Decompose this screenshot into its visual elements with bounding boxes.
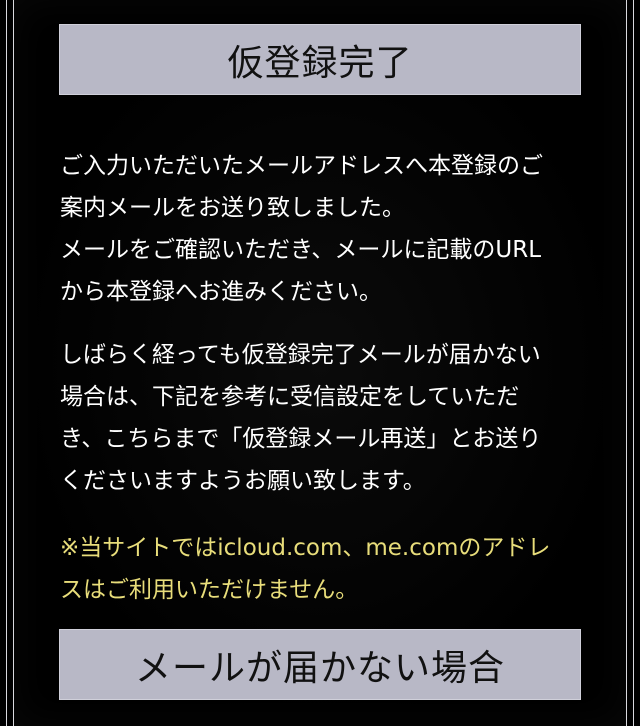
resend-instructions: しばらく経っても仮登録完了メールが届かない 場合は、下記を参考に受信設定をしてい… bbox=[60, 342, 542, 494]
frame-line-left-outer bbox=[6, 0, 7, 726]
next-section-title: メールが届かない場合 bbox=[134, 647, 505, 689]
frame-line-right-inner bbox=[626, 0, 627, 726]
section-heading-registration-complete: 仮登録完了 bbox=[59, 24, 581, 95]
confirmation-message: ご入力いただいたメールアドレスへ本登録のご 案内メールをお送り致しました。 メー… bbox=[60, 153, 543, 305]
frame-line-right-outer bbox=[633, 0, 634, 726]
section-heading-mail-not-received: メールが届かない場合 bbox=[59, 629, 581, 700]
unsupported-address-notice: ※当サイトではicloud.com、me.comのアドレ スはご利用いただけませ… bbox=[60, 535, 551, 603]
page: 仮登録完了 ご入力いただいたメールアドレスへ本登録のご 案内メールをお送り致しま… bbox=[0, 0, 640, 726]
section-title: 仮登録完了 bbox=[227, 42, 413, 84]
